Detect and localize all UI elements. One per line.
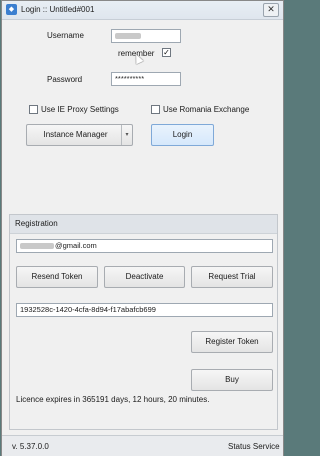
- buy-button[interactable]: Buy: [191, 369, 273, 391]
- registration-title: Registration: [15, 219, 58, 228]
- deactivate-button[interactable]: Deactivate: [104, 266, 185, 288]
- email-domain: @gmail.com: [55, 241, 97, 250]
- window-title: Login :: Untitled#001: [21, 5, 95, 14]
- close-button[interactable]: ✕: [263, 3, 279, 17]
- login-button[interactable]: Login: [151, 124, 214, 146]
- password-field[interactable]: **********: [111, 72, 181, 86]
- registration-group: Registration @gmail.com Resend Token Dea…: [9, 214, 278, 430]
- login-window: ◆ Login :: Untitled#001 ✕ Username remem…: [1, 0, 284, 456]
- romania-exchange-checkbox[interactable]: [151, 105, 160, 114]
- resend-token-button[interactable]: Resend Token: [16, 266, 98, 288]
- ie-proxy-checkbox[interactable]: [29, 105, 38, 114]
- username-field[interactable]: [111, 29, 181, 43]
- status-bar: v. 5.37.0.0 Status Service: [2, 435, 283, 456]
- status-service-label[interactable]: Status Service: [228, 442, 280, 451]
- instance-manager-dropdown[interactable]: ▾: [121, 125, 132, 145]
- email-field[interactable]: @gmail.com: [16, 239, 273, 253]
- title-bar[interactable]: ◆ Login :: Untitled#001 ✕: [2, 1, 283, 20]
- register-token-button[interactable]: Register Token: [191, 331, 273, 353]
- ie-proxy-label: Use IE Proxy Settings: [41, 105, 119, 114]
- request-trial-button[interactable]: Request Trial: [191, 266, 273, 288]
- redacted-username: [115, 33, 141, 40]
- remember-checkbox[interactable]: ✓: [162, 48, 171, 57]
- instance-manager-label: Instance Manager: [43, 130, 108, 139]
- password-label: Password: [47, 75, 83, 84]
- romania-exchange-label: Use Romania Exchange: [163, 105, 250, 114]
- app-icon: ◆: [6, 4, 17, 15]
- licence-status-text: Licence expires in 365191 days, 12 hours…: [16, 395, 210, 404]
- instance-manager-button[interactable]: Instance Manager ▾: [26, 124, 133, 146]
- registration-header: Registration: [10, 215, 277, 234]
- version-label: v. 5.37.0.0: [12, 442, 49, 451]
- username-label: Username: [47, 31, 84, 40]
- redacted-email: [20, 243, 54, 250]
- token-field[interactable]: 1932528c-1420-4cfa-8d94-f17abafcb699: [16, 303, 273, 317]
